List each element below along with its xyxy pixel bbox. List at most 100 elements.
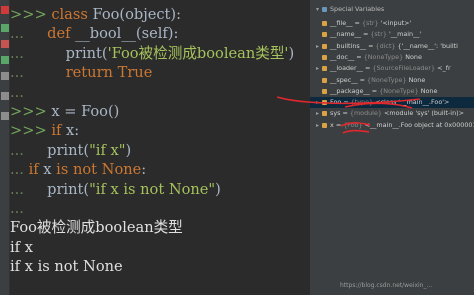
console-output: Foo被检测成boolean类型 <box>10 219 183 237</box>
variable-name: __file__ <box>330 19 353 27</box>
variable-icon <box>322 111 327 117</box>
variable-text: __file__ = {str} '<input>' <box>330 19 412 27</box>
chevron-down-icon[interactable]: ▾ <box>315 4 320 15</box>
console-prompt: ... <box>10 141 24 159</box>
toolbar-button-2[interactable] <box>1 40 9 48</box>
console-prompt: ... <box>10 161 24 179</box>
variable-name: __builtins__ <box>330 41 367 50</box>
variable-value: None <box>405 52 422 61</box>
special-variables-row[interactable]: ▾ Special Variables <box>310 4 474 15</box>
console-prompt: >>> <box>10 103 47 120</box>
variable-icon <box>322 32 327 38</box>
variable-type: {str} <box>361 19 379 27</box>
variable-name: __spec__ <box>330 75 358 84</box>
variable-type: {NoneType} <box>367 75 407 84</box>
chevron-right-icon[interactable]: ▸ <box>315 63 320 74</box>
console-prompt: ... <box>10 180 24 198</box>
variable-row-package[interactable]: __package__ = {NoneType} None <box>310 86 474 97</box>
variable-value: <class '__main__.Foo'> <box>375 98 450 107</box>
variable-text: __builtins__ = {dict} {'__name__': 'buil… <box>330 41 458 50</box>
variable-type: {str} <box>370 30 387 39</box>
python-console[interactable]: >>> class Foo(object):... def __bool__(s… <box>10 0 309 295</box>
console-output-line: if x is not None <box>10 255 123 279</box>
variable-text: __name__ = {str} '__main__' <box>330 30 422 39</box>
variables-panel: ▾ Special Variables __file__ = {str} '<i… <box>309 0 474 295</box>
variable-type: {NoneType} <box>363 52 404 61</box>
variable-icon <box>322 77 327 83</box>
console-output: if x <box>10 238 33 256</box>
console-input-line: ... return True <box>10 61 152 85</box>
console-prompt: >>> <box>10 122 47 140</box>
variable-type: {module} <box>349 109 382 118</box>
toolbar-button-6[interactable] <box>1 112 9 120</box>
run-icon <box>1 24 9 32</box>
variable-text: __loader__ = {SourceFileLoader} <_fr <box>330 64 451 73</box>
chevron-right-icon[interactable]: ▸ <box>315 120 320 131</box>
variable-icon <box>322 122 327 128</box>
toolbar-button-5[interactable] <box>1 92 9 100</box>
console-code: class Foo(object): <box>51 6 182 23</box>
toolbar-button-4[interactable] <box>1 72 9 80</box>
variable-type: {type} <box>350 98 374 107</box>
console-code: def __bool__(self): <box>47 25 179 43</box>
settings-icon <box>1 92 9 100</box>
variable-icon <box>322 88 327 94</box>
variable-name: Foo <box>330 98 342 107</box>
console-code: return True <box>65 64 153 82</box>
console-code: x = Foo() <box>46 103 120 120</box>
console-code: print("if x") <box>23 141 132 159</box>
console-prompt: ... <box>10 25 24 43</box>
variable-icon <box>322 100 327 106</box>
variable-type: {dict} <box>375 41 396 50</box>
console-prompt: >>> <box>10 6 47 23</box>
variable-name: sys <box>330 109 341 118</box>
variable-icon <box>322 21 327 26</box>
csdn-watermark: https://blog.csdn.net/weixin_... <box>340 282 433 289</box>
toolbar-button-0[interactable] <box>1 6 9 14</box>
variable-value: None <box>420 86 438 95</box>
console-toolbar <box>0 0 10 295</box>
variable-row-x[interactable]: ▸ x = {Foo} <__main__.Foo object at 0x000… <box>310 120 474 131</box>
variable-name: __loader__ <box>330 64 363 73</box>
variable-value: None <box>408 75 426 84</box>
console-prompt: ... <box>10 64 24 82</box>
variable-name: __doc__ <box>330 52 355 61</box>
variable-row-doc[interactable]: __doc__ = {NoneType} None <box>310 52 474 63</box>
console-code: print('Foo被检测成boolean类型') <box>23 44 295 62</box>
variable-row-builtins[interactable]: ▸ __builtins__ = {dict} {'__name__': 'bui… <box>310 41 474 52</box>
variable-name: __package__ <box>330 86 370 95</box>
variable-icon <box>322 43 327 49</box>
variable-type: {Foo} <box>343 120 363 129</box>
console-prompt: ... <box>10 200 24 217</box>
variable-value: '__main__' <box>388 30 422 39</box>
variable-name: __name__ <box>330 30 361 39</box>
console-code: if x is not None: <box>28 161 147 179</box>
variable-row-loader[interactable]: ▸ __loader__ = {SourceFileLoader} <_fr <box>310 63 474 74</box>
variable-row-spec[interactable]: __spec__ = {NoneType} None <box>310 75 474 86</box>
variable-text: __spec__ = {NoneType} None <box>330 75 426 84</box>
variable-value: <module 'sys' (built-in)> <box>384 109 464 118</box>
variable-text: sys = {module} <module 'sys' (built-in)> <box>330 109 464 118</box>
variable-row-sys[interactable]: ▸ sys = {module} <module 'sys' (built-in)… <box>310 108 474 119</box>
console-output-line: Foo被检测成boolean类型 <box>10 216 183 240</box>
stop-icon <box>1 40 9 48</box>
variable-value: <_fr <box>437 64 451 73</box>
console-prompt: ... <box>10 83 24 101</box>
console-output: if x is not None <box>10 258 123 276</box>
variable-row-Foo[interactable]: ▸ Foo = {type} <class '__main__.Foo'> <box>310 97 474 109</box>
variable-icon <box>322 54 327 60</box>
variable-row-file[interactable]: __file__ = {str} '<input>' <box>310 18 474 29</box>
add-icon <box>1 112 9 120</box>
toolbar-button-1[interactable] <box>1 24 9 32</box>
toolbar-button-3[interactable] <box>1 56 9 64</box>
variable-type: {SourceFileLoader} <box>372 64 436 73</box>
variable-type: {NoneType} <box>379 86 419 95</box>
variable-row-name[interactable]: __name__ = {str} '__main__' <box>310 29 474 40</box>
rerun-icon <box>1 6 9 14</box>
console-input-line: ... print("if x is not None") <box>10 178 221 202</box>
chevron-right-icon[interactable]: ▸ <box>315 97 320 108</box>
variable-text: Foo = {type} <class '__main__.Foo'> <box>330 98 450 107</box>
chevron-right-icon[interactable]: ▸ <box>315 108 320 119</box>
chevron-right-icon[interactable]: ▸ <box>315 41 320 52</box>
clear-icon <box>1 72 9 80</box>
